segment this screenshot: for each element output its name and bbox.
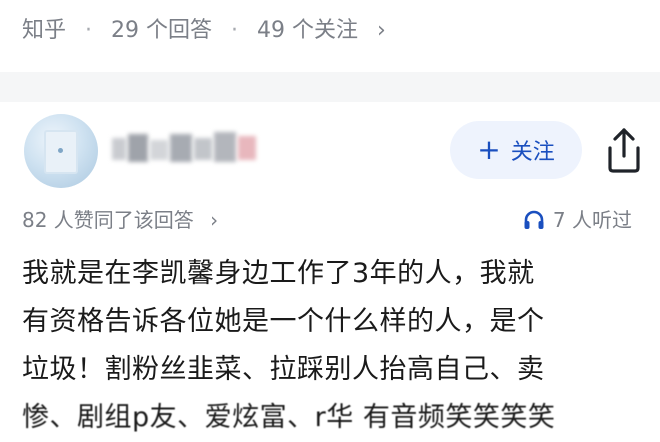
plus-icon: + [477, 133, 501, 166]
listen-count: 7 人听过 [552, 208, 632, 232]
question-meta-line[interactable]: 知乎 · 29 个回答 · 49 个关注 › [22, 14, 386, 48]
author-row: + 关注 [0, 102, 660, 202]
separator-dot: · [231, 18, 239, 43]
blur-pixel [128, 134, 148, 162]
question-meta-bar[interactable]: 知乎 · 29 个回答 · 49 个关注 › [0, 0, 660, 72]
answer-stats-row: 82 人赞同了该回答 › 7 人听过 [0, 202, 660, 242]
follow-button[interactable]: + 关注 [450, 121, 582, 179]
separator-dot: · [85, 18, 93, 43]
listen-info[interactable]: 7 人听过 [523, 204, 632, 236]
blur-pixel [112, 138, 126, 160]
follower-count: 49 个关注 [257, 18, 359, 43]
content-line: 有资格告诉各位她是一个什么样的人，是个 [22, 306, 545, 337]
content-line: 我就是在李凯馨身边工作了3年的人，我就 [22, 258, 535, 289]
blur-pixel [170, 134, 192, 162]
blur-pixel [238, 136, 256, 160]
avatar[interactable] [24, 114, 98, 188]
likes-text: 82 人赞同了该回答 [22, 208, 194, 232]
chevron-right-icon: › [210, 208, 219, 232]
answer-count: 29 个回答 [111, 18, 213, 43]
blur-pixel [214, 132, 236, 162]
content-line: 惨、剧组p友、爱炫富、r华 有音频笑笑笑笑 [22, 402, 556, 433]
follow-label: 关注 [510, 140, 555, 165]
blur-pixel [194, 138, 212, 160]
headphones-icon [524, 210, 544, 229]
answer-content[interactable]: 我就是在李凯馨身边工作了3年的人，我就 有资格告诉各位她是一个什么样的人，是个 … [22, 250, 642, 442]
avatar-image-icon [44, 130, 78, 174]
share-icon[interactable] [604, 126, 644, 174]
blur-pixel [150, 140, 168, 160]
chevron-right-icon: › [377, 18, 386, 43]
section-divider [0, 72, 660, 102]
source-label: 知乎 [22, 18, 67, 43]
content-line: 垃圾！割粉丝韭菜、拉踩别人抬高自己、卖 [22, 354, 545, 385]
likes-link[interactable]: 82 人赞同了该回答 › [22, 204, 218, 236]
author-name-blurred[interactable] [112, 130, 270, 164]
